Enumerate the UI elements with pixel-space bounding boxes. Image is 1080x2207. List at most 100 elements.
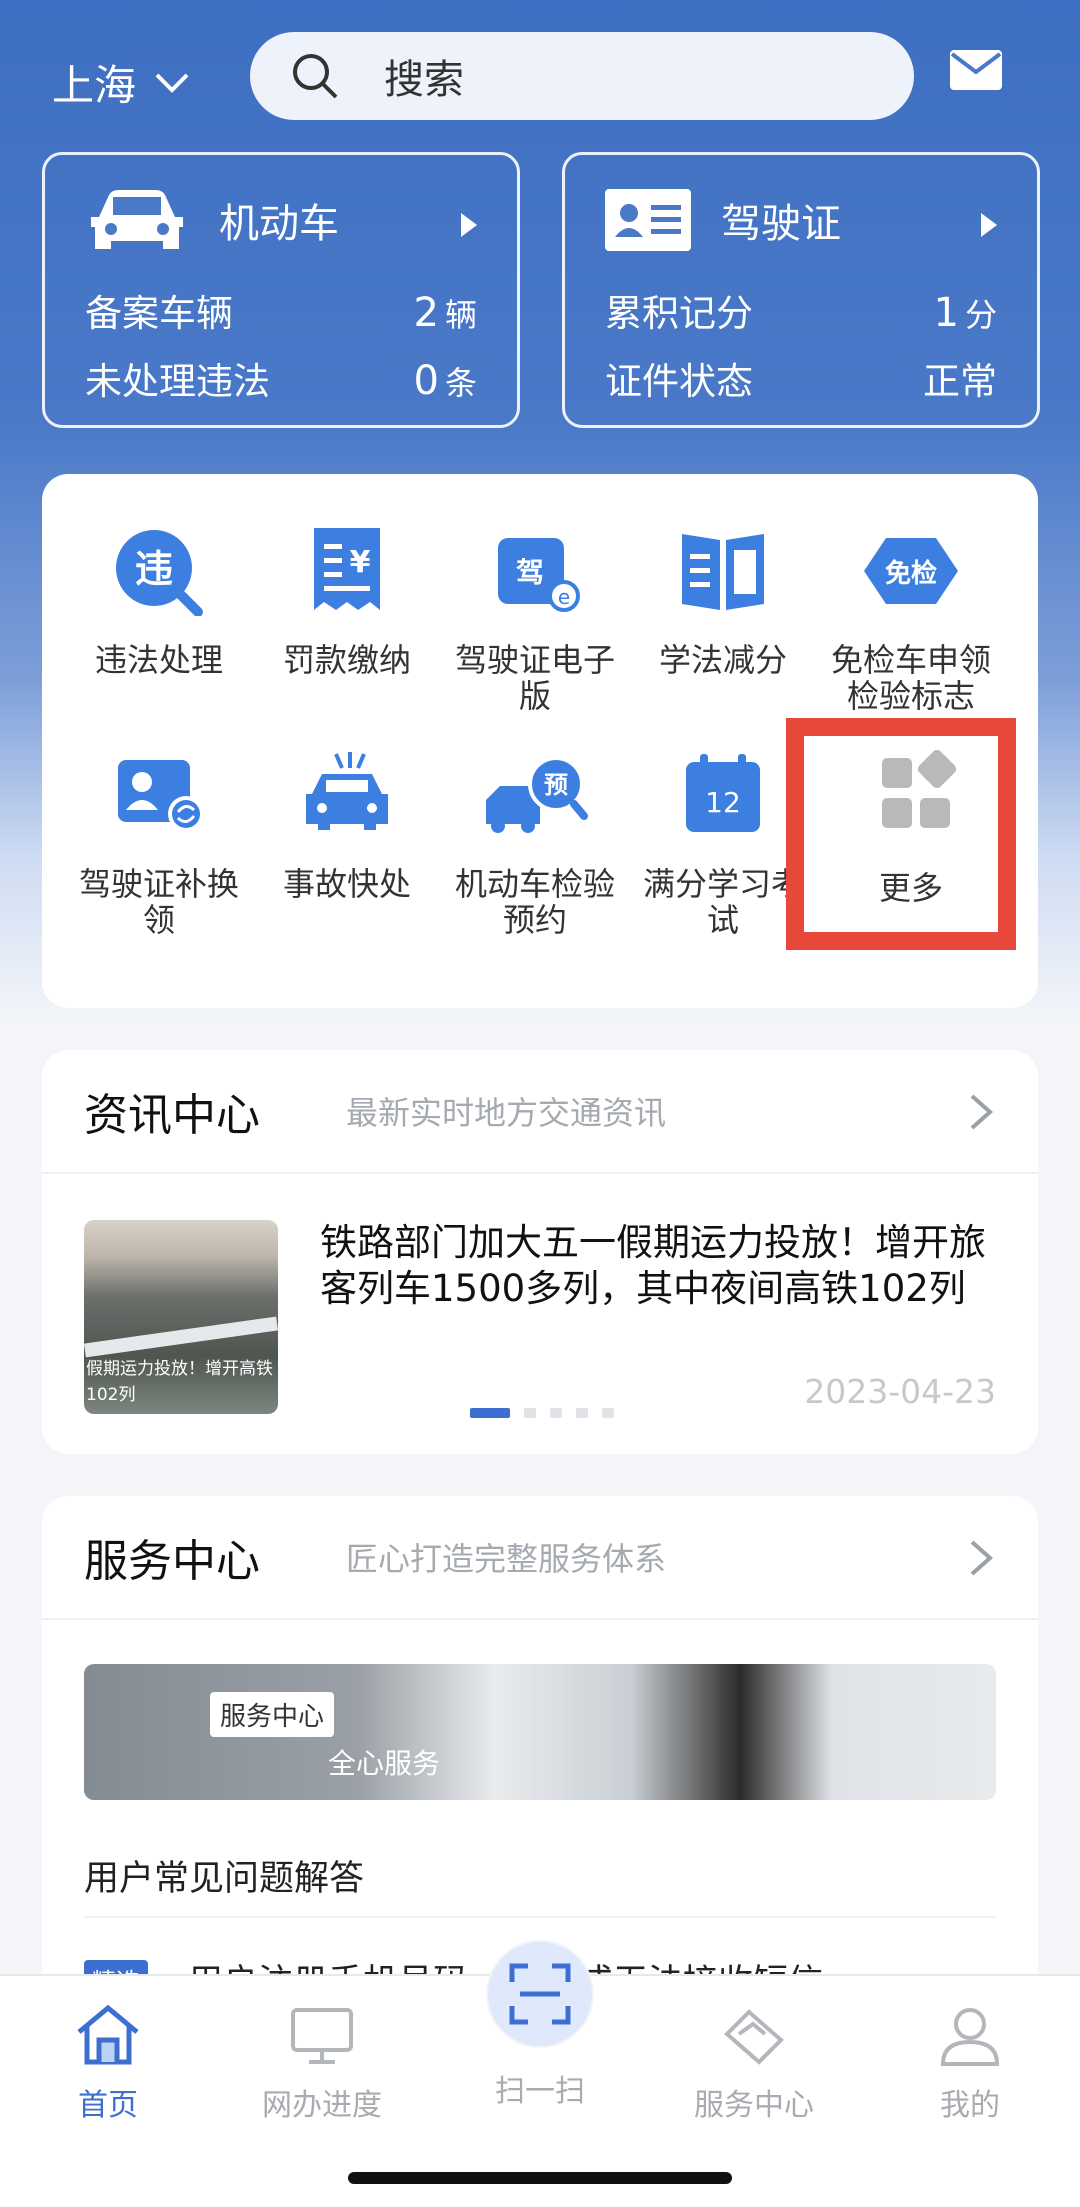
news-title: 资讯中心 bbox=[84, 1090, 260, 1141]
grid-label: 驾驶证补换领 bbox=[78, 865, 239, 939]
grid-item-inspection[interactable]: 预 机动车检验预约 bbox=[440, 750, 630, 938]
license-card-title: 驾驶证 bbox=[721, 201, 841, 247]
tab-label: 首页 bbox=[78, 2088, 138, 2123]
chevron-right-icon bbox=[970, 1094, 994, 1130]
exempt-badge-icon: 免检 bbox=[864, 538, 958, 604]
banner-tag: 服务中心 bbox=[210, 1692, 335, 1737]
scan-button[interactable] bbox=[486, 1940, 594, 2048]
grid-item-accident[interactable]: 事故快处 bbox=[252, 750, 442, 902]
tab-label: 我的 bbox=[940, 2088, 1000, 2123]
tab-label: 网办进度 bbox=[262, 2088, 382, 2123]
vehicle-card-title: 机动车 bbox=[219, 201, 339, 247]
book-icon bbox=[682, 534, 764, 610]
caret-right-icon bbox=[981, 213, 997, 237]
row-label: 备案车辆 bbox=[85, 292, 233, 335]
carousel-dots bbox=[470, 1408, 614, 1418]
news-date: 2023-04-23 bbox=[804, 1372, 996, 1411]
news-image-caption: 假期运力投放！增开高铁102列 bbox=[86, 1359, 273, 1405]
banner-text: 全心服务 bbox=[328, 1747, 441, 1780]
row-value: 0 bbox=[413, 358, 439, 404]
e-license-icon: 驾 e bbox=[498, 538, 580, 612]
tab-service-center[interactable]: 服务中心 bbox=[654, 2000, 854, 2124]
city-label: 上海 bbox=[52, 61, 137, 110]
news-thumbnail[interactable]: 假期运力投放！增开高铁102列 bbox=[84, 1220, 278, 1414]
badge-text: 免检 bbox=[885, 558, 937, 589]
license-card[interactable]: 驾驶证 累积记分 1分 证件状态 正常 bbox=[562, 152, 1040, 428]
row-value: 2 bbox=[413, 290, 439, 336]
service-banner[interactable]: 服务中心 全心服务 bbox=[84, 1664, 996, 1800]
grid-label: 学法减分 bbox=[658, 641, 787, 679]
row-label: 证件状态 bbox=[605, 360, 753, 403]
grid-label: 事故快处 bbox=[282, 865, 411, 903]
grid-item-exempt[interactable]: 免检 免检车申领检验标志 bbox=[816, 526, 1006, 714]
grid-label: 驾驶证电子版 bbox=[454, 641, 615, 715]
row-unit: 辆 bbox=[444, 296, 477, 334]
service-center-subtitle: 匠心打造完整服务体系 bbox=[346, 1540, 667, 1578]
tab-progress[interactable]: 网办进度 bbox=[222, 2000, 422, 2124]
vehicle-violations-row: 未处理违法 0条 bbox=[85, 351, 477, 405]
tab-scan[interactable]: 扫一扫 bbox=[440, 2066, 640, 2110]
grid-label: 罚款缴纳 bbox=[282, 641, 411, 679]
carousel-dot[interactable] bbox=[550, 1408, 562, 1418]
vehicle-registered-row: 备案车辆 2辆 bbox=[85, 283, 477, 337]
news-subtitle: 最新实时地方交通资讯 bbox=[346, 1094, 667, 1132]
inspection-booking-icon: 预 bbox=[486, 756, 588, 833]
row-label: 累积记分 bbox=[605, 292, 753, 335]
grid-label: 违法处理 bbox=[94, 641, 223, 679]
news-panel: 资讯中心 最新实时地方交通资讯 假期运力投放！增开高铁102列 铁路部门加大五一… bbox=[42, 1050, 1038, 1454]
carousel-dot[interactable] bbox=[470, 1408, 510, 1418]
grid-item-e-license[interactable]: 驾 e 驾驶证电子版 bbox=[440, 526, 630, 714]
id-card-icon bbox=[605, 189, 691, 251]
grid-item-fine[interactable]: ¥ 罚款缴纳 bbox=[252, 526, 442, 678]
scan-icon bbox=[509, 1963, 571, 2025]
search-icon bbox=[293, 54, 338, 99]
carousel-dot[interactable] bbox=[602, 1408, 614, 1418]
grid-item-violation[interactable]: 违 违法处理 bbox=[64, 526, 254, 678]
grid-label: 免检车申领检验标志 bbox=[830, 641, 991, 715]
carousel-dot[interactable] bbox=[576, 1408, 588, 1418]
car-icon bbox=[91, 190, 183, 249]
user-icon bbox=[940, 2008, 1000, 2066]
faq-title[interactable]: 用户常见问题解答 bbox=[84, 1850, 364, 1901]
home-indicator bbox=[348, 2172, 732, 2184]
news-header[interactable]: 资讯中心 最新实时地方交通资讯 bbox=[42, 1050, 1038, 1174]
search-bar[interactable]: 搜索 bbox=[250, 32, 914, 120]
grid-item-license-renew[interactable]: 驾驶证补换领 bbox=[64, 750, 254, 938]
license-points-row: 累积记分 1分 bbox=[605, 283, 997, 337]
chevron-right-icon bbox=[970, 1540, 994, 1576]
search-placeholder: 搜索 bbox=[384, 57, 464, 103]
row-unit: 条 bbox=[444, 364, 477, 402]
service-center-header[interactable]: 服务中心 匠心打造完整服务体系 bbox=[42, 1496, 1038, 1620]
news-headline[interactable]: 铁路部门加大五一假期运力投放！增开旅客列车1500多列，其中夜间高铁102列 bbox=[320, 1220, 1010, 1312]
vehicle-card[interactable]: 机动车 备案车辆 2辆 未处理违法 0条 bbox=[42, 152, 520, 428]
service-grid: 违 违法处理 ¥ 罚款缴纳 驾 e 驾驶证电子版 学法减分 免检 免检车申领检验… bbox=[42, 474, 1038, 1008]
service-center-title: 服务中心 bbox=[84, 1536, 260, 1587]
monitor-icon bbox=[291, 2008, 353, 2064]
top-header: 上海 搜索 bbox=[0, 30, 1080, 120]
news-thumbnail-track bbox=[84, 1316, 278, 1358]
svg-text:¥: ¥ bbox=[350, 545, 371, 580]
license-status-row: 证件状态 正常 bbox=[605, 351, 997, 405]
row-value: 1 bbox=[933, 290, 959, 336]
fine-receipt-icon: ¥ bbox=[314, 528, 380, 610]
svg-text:e: e bbox=[558, 585, 570, 609]
tab-profile[interactable]: 我的 bbox=[870, 2000, 1070, 2124]
grid-label: 机动车检验预约 bbox=[454, 865, 615, 939]
service-center-panel: 服务中心 匠心打造完整服务体系 服务中心 全心服务 用户常见问题解答 精选 用户… bbox=[42, 1496, 1038, 2016]
row-label: 未处理违法 bbox=[85, 360, 270, 403]
tab-label: 扫一扫 bbox=[495, 2074, 585, 2109]
carousel-dot[interactable] bbox=[524, 1408, 536, 1418]
license-renew-icon bbox=[118, 760, 204, 832]
badge-text: 预 bbox=[544, 771, 568, 799]
home-icon bbox=[77, 2004, 139, 2065]
highlight-box bbox=[786, 718, 1016, 950]
tab-label: 服务中心 bbox=[694, 2088, 814, 2123]
grid-item-study[interactable]: 学法减分 bbox=[628, 526, 818, 678]
handshake-icon bbox=[724, 2009, 784, 2065]
tab-home[interactable]: 首页 bbox=[8, 2000, 208, 2124]
row-value: 正常 bbox=[923, 360, 997, 403]
calendar-12-icon: 12 bbox=[686, 754, 760, 832]
car-accident-icon bbox=[306, 752, 388, 830]
city-selector[interactable]: 上海 bbox=[52, 52, 190, 113]
mail-icon[interactable] bbox=[950, 50, 1002, 90]
